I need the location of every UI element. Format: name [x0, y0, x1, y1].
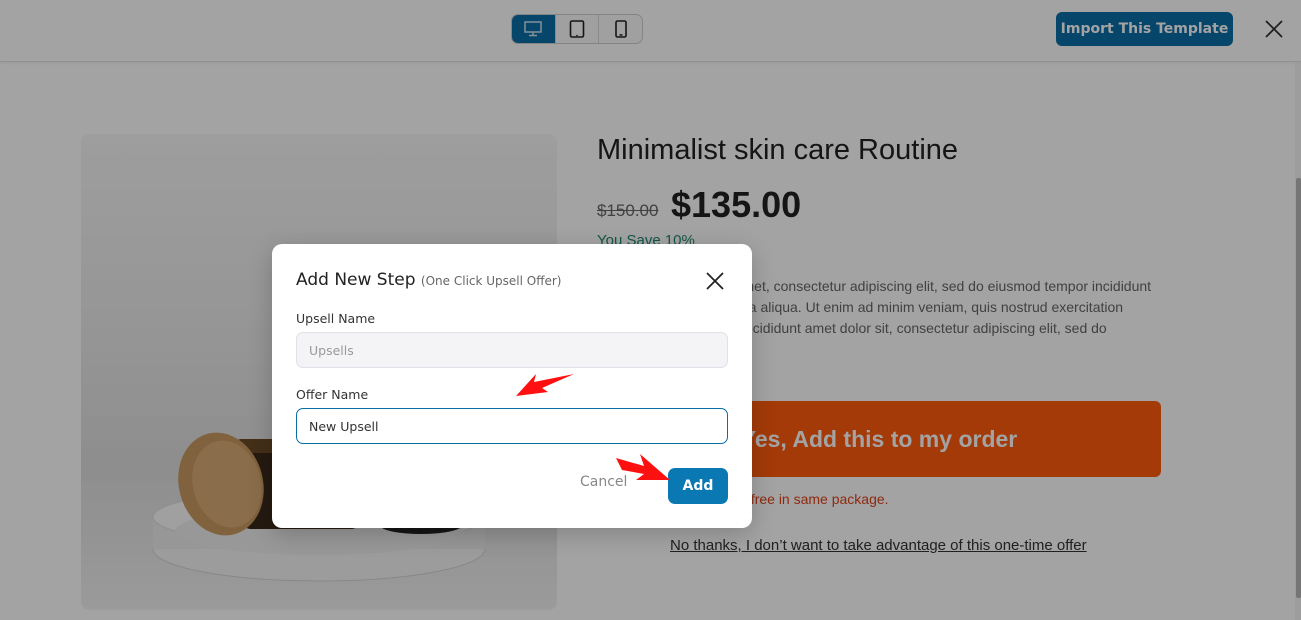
annotation-arrow-icon — [616, 454, 670, 480]
modal-close-button[interactable] — [704, 270, 726, 292]
modal-subtitle: (One Click Upsell Offer) — [420, 274, 562, 288]
offer-name-input[interactable] — [296, 408, 728, 444]
offer-name-label: Offer Name — [296, 387, 369, 402]
close-icon — [706, 272, 724, 290]
scrollbar-thumb[interactable] — [1296, 178, 1301, 598]
upsell-name-input[interactable] — [296, 332, 728, 368]
modal-title-text: Add New Step — [296, 270, 416, 290]
add-button[interactable]: Add — [668, 468, 728, 504]
upsell-name-label: Upsell Name — [296, 311, 376, 326]
annotation-arrow-icon — [516, 374, 574, 396]
modal-title: Add New Step (One Click Upsell Offer) — [296, 270, 562, 290]
